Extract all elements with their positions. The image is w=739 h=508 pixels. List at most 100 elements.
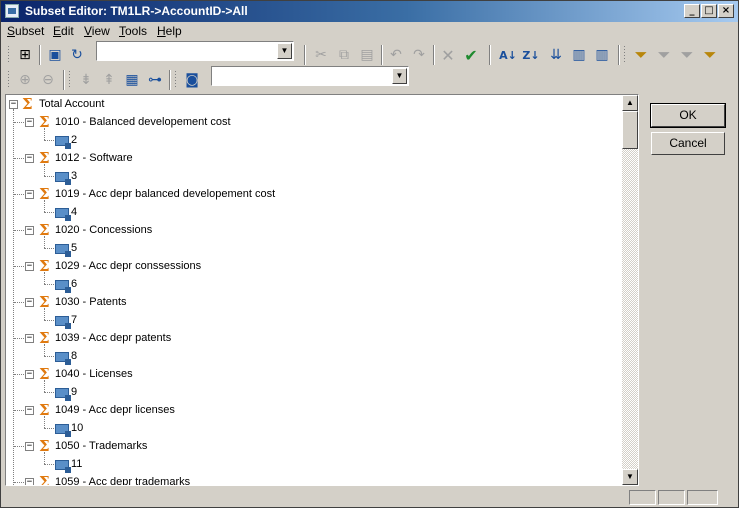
subset-editor-window: Subset Editor: TM1LR->AccountID->All _ □… xyxy=(0,0,739,508)
filter-icon[interactable]: ⏷ xyxy=(631,45,651,65)
chevron-down-icon[interactable]: ▼ xyxy=(392,68,407,84)
tree-node-label: 1012 - Software xyxy=(55,152,133,164)
collapse-toggle-icon[interactable]: − xyxy=(25,478,34,485)
keep-icon[interactable]: ✔ xyxy=(461,45,481,65)
chevron-down-icon[interactable]: ▼ xyxy=(277,43,292,59)
maximize-button[interactable]: □ xyxy=(701,4,717,18)
menu-help[interactable]: Help xyxy=(157,24,182,38)
close-button[interactable]: × xyxy=(718,4,734,18)
tree-node-leaf[interactable]: 8 xyxy=(6,344,206,366)
rollup-icon[interactable]: ⇞ xyxy=(99,70,119,90)
collapse-toggle-icon[interactable]: − xyxy=(25,406,34,415)
title-bar[interactable]: Subset Editor: TM1LR->AccountID->All _ □… xyxy=(1,1,738,22)
collapse-toggle-icon[interactable]: − xyxy=(25,370,34,379)
undo-icon[interactable]: ↶ xyxy=(386,45,406,65)
tree-node-leaf[interactable]: 4 xyxy=(6,200,206,222)
tree-leaf-label: 8 xyxy=(71,350,78,362)
filter-level-icon[interactable]: ⏷ xyxy=(677,45,697,65)
tree-node-leaf[interactable]: 9 xyxy=(6,380,206,402)
tree-node-leaf[interactable]: 7 xyxy=(6,308,206,330)
toolbar-grip[interactable] xyxy=(7,70,10,88)
tree-line xyxy=(44,308,45,320)
subset-combo[interactable]: ▼ xyxy=(96,41,294,61)
delete-icon[interactable]: ✕ xyxy=(438,45,458,65)
filter-wildcard-icon[interactable]: ⏷ xyxy=(700,45,720,65)
sort-asc-icon[interactable]: A↓ xyxy=(498,45,518,65)
menu-tools[interactable]: Tools xyxy=(119,24,147,38)
collapse-toggle-icon[interactable]: − xyxy=(25,118,34,127)
tree-node-consolidation[interactable]: − Σ 1020 - Concessions xyxy=(6,222,406,240)
consolidation-icon: Σ xyxy=(39,149,50,167)
collapse-toggle-icon[interactable]: − xyxy=(25,298,34,307)
collapse-toggle-icon[interactable]: − xyxy=(25,262,34,271)
consolidation-icon: Σ xyxy=(39,365,50,383)
sort-index-asc-icon[interactable]: ▥ xyxy=(569,45,589,65)
scroll-down-button[interactable]: ▼ xyxy=(622,469,638,485)
tree-node-consolidation[interactable]: − Σ 1050 - Trademarks xyxy=(6,438,406,456)
expand-icon[interactable]: ⊕ xyxy=(15,70,35,90)
tree-node-leaf[interactable]: 2 xyxy=(6,128,206,150)
tree-node-consolidation[interactable]: − Σ 1012 - Software xyxy=(6,150,406,168)
subset-all-icon[interactable]: ⊞ xyxy=(15,45,35,65)
cut-icon[interactable]: ✂ xyxy=(311,45,331,65)
toolbar-grip[interactable] xyxy=(623,45,626,63)
select-all-icon[interactable]: ▦ xyxy=(122,70,142,90)
scroll-up-button[interactable]: ▲ xyxy=(622,95,638,111)
toolbar-separator xyxy=(304,45,306,65)
filter-attribute-icon[interactable]: ⏷ xyxy=(654,45,674,65)
collapse-toggle-icon[interactable]: − xyxy=(9,100,18,109)
tree-node-leaf[interactable]: 11 xyxy=(6,452,206,474)
tree-node-consolidation[interactable]: − Σ 1030 - Patents xyxy=(6,294,406,312)
collapse-toggle-icon[interactable]: − xyxy=(25,226,34,235)
collapse-toggle-icon[interactable]: − xyxy=(25,154,34,163)
paste-icon[interactable]: ▤ xyxy=(357,45,377,65)
tree-node-consolidation[interactable]: − Σ 1029 - Acc depr conssessions xyxy=(6,258,406,276)
tree-node-leaf[interactable]: 3 xyxy=(6,164,206,186)
collapse-toggle-icon[interactable]: − xyxy=(25,190,34,199)
drilldown-icon[interactable]: ⇟ xyxy=(76,70,96,90)
collapse-toggle-icon[interactable]: − xyxy=(25,334,34,343)
tree-node-leaf[interactable]: 6 xyxy=(6,272,206,294)
sort-desc-icon[interactable]: Z↓ xyxy=(521,45,541,65)
refresh-icon[interactable]: ↻ xyxy=(67,45,87,65)
alias-combo[interactable]: ▼ xyxy=(211,66,409,86)
minimize-button[interactable]: _ xyxy=(684,4,700,18)
vertical-scrollbar[interactable]: ▲ ▼ xyxy=(622,95,638,485)
alias-icon[interactable]: ◙ xyxy=(182,70,202,90)
tree-node-consolidation[interactable]: − Σ 1019 - Acc depr balanced developement … xyxy=(6,186,406,204)
element-icon xyxy=(55,136,71,149)
tree-node-consolidation[interactable]: − Σ 1039 - Acc depr patents xyxy=(6,330,406,348)
collapse-icon[interactable]: ⊖ xyxy=(38,70,58,90)
toolbar-grip[interactable] xyxy=(174,70,177,88)
consolidation-icon: Σ xyxy=(39,401,50,419)
sort-hierarchy-icon[interactable]: ⇊ xyxy=(546,45,566,65)
redo-icon[interactable]: ↷ xyxy=(409,45,429,65)
menu-edit[interactable]: Edit xyxy=(53,24,74,38)
tree-leaf-label: 11 xyxy=(71,458,83,470)
tree-line xyxy=(44,272,45,284)
tree-node-leaf[interactable]: 10 xyxy=(6,416,206,438)
cancel-button[interactable]: Cancel xyxy=(651,132,725,155)
toolbar-separator xyxy=(169,70,171,90)
sort-index-desc-icon[interactable]: ▥ xyxy=(592,45,612,65)
scroll-thumb[interactable] xyxy=(622,111,638,149)
tree-leaf-label: 4 xyxy=(71,206,78,218)
tree-node-consolidation[interactable]: − Σ 1059 - Acc depr trademarks xyxy=(6,474,406,485)
tree-line xyxy=(44,380,45,392)
ok-button[interactable]: OK xyxy=(650,103,726,128)
tree-node-leaf[interactable]: 5 xyxy=(6,236,206,258)
collapse-toggle-icon[interactable]: − xyxy=(25,442,34,451)
save-icon[interactable]: ▣ xyxy=(45,45,65,65)
menu-view[interactable]: View xyxy=(84,24,110,38)
copy-icon[interactable]: ⧉ xyxy=(334,45,354,65)
tree-node-consolidation[interactable]: − Σ 1040 - Licenses xyxy=(6,366,406,384)
status-pane xyxy=(687,490,718,505)
tree-node-consolidation[interactable]: − Σ 1010 - Balanced developement cost xyxy=(6,114,406,132)
toolbar-grip[interactable] xyxy=(7,45,10,63)
menu-subset[interactable]: Subset xyxy=(7,24,44,38)
tree-node-consolidation[interactable]: − Σ 1049 - Acc depr licenses xyxy=(6,402,406,420)
tree-icon[interactable]: ⊶ xyxy=(145,70,165,90)
tree-node-root[interactable]: − Σ Total Account xyxy=(6,96,306,114)
subset-tree[interactable]: − Σ Total Account − Σ 1010 - Balanced deve… xyxy=(5,94,639,486)
toolbar-grip[interactable] xyxy=(68,70,71,88)
